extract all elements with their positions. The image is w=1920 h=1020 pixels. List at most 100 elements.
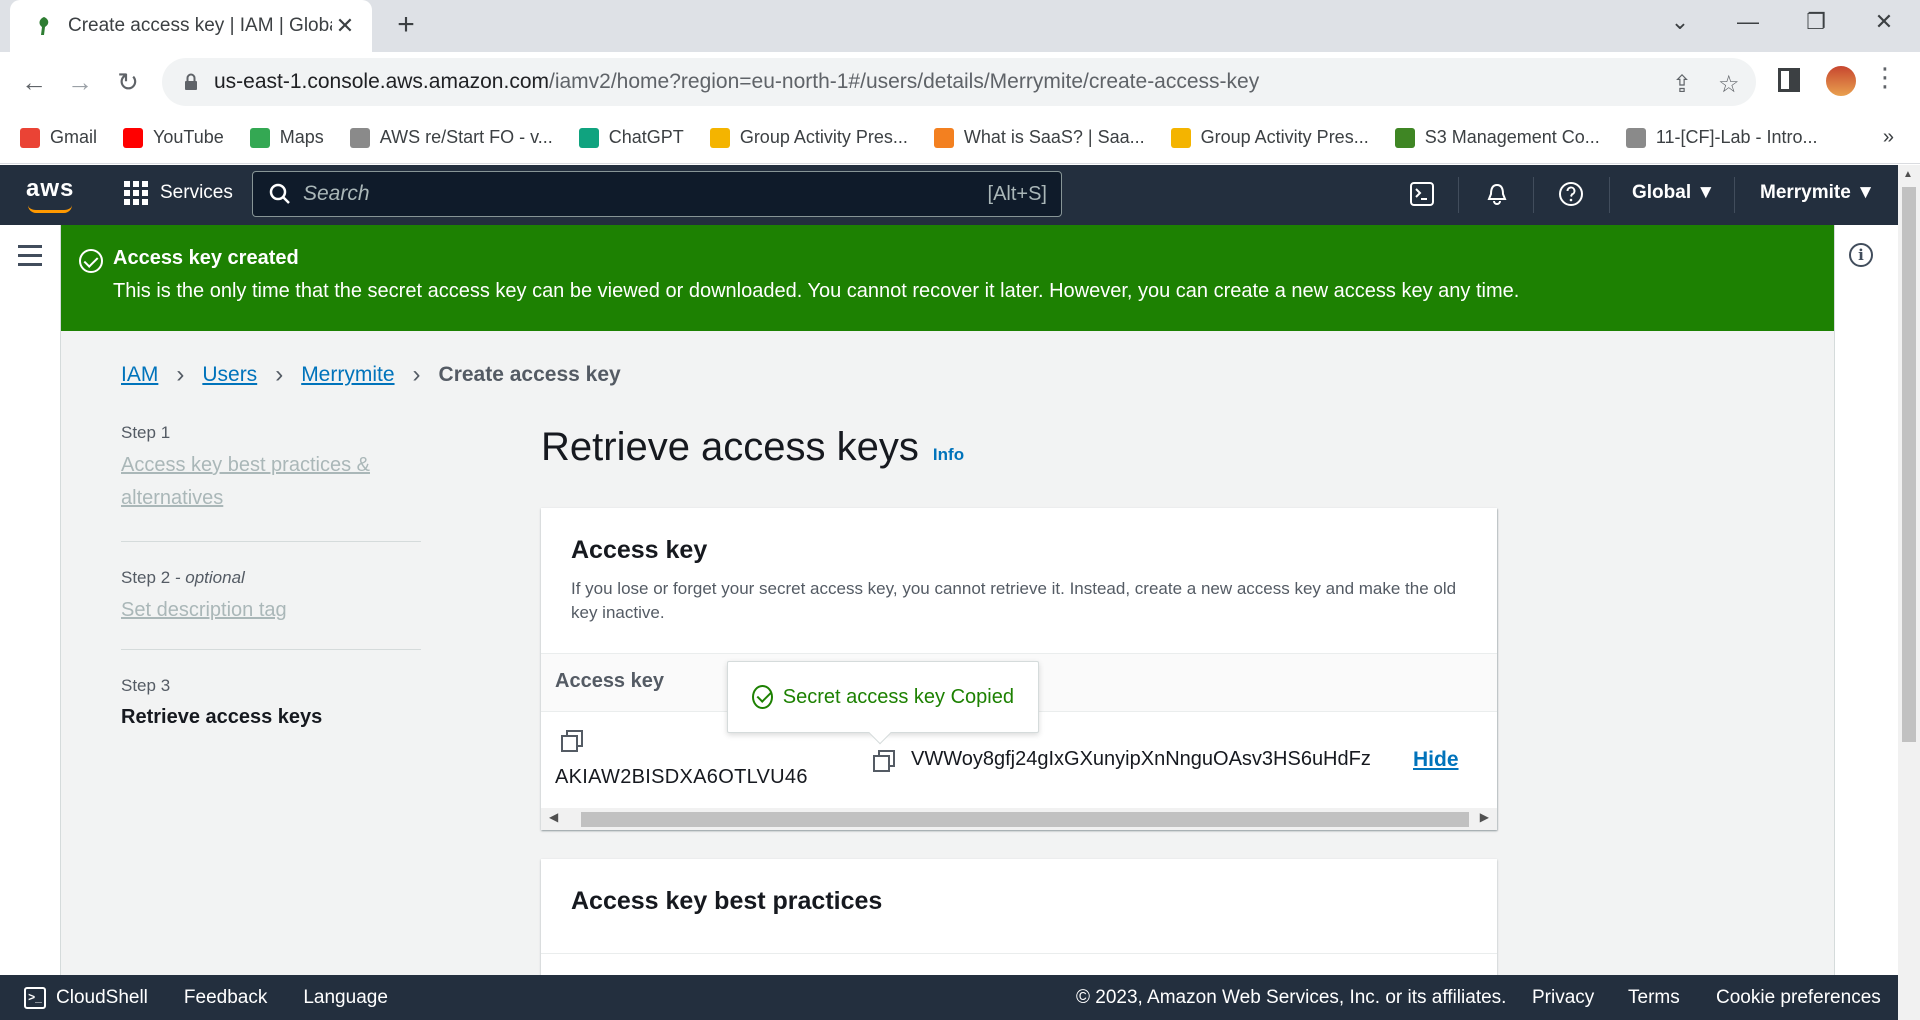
step-divider <box>121 649 421 650</box>
scroll-left-icon[interactable]: ◀ <box>549 810 558 824</box>
cloudshell-link[interactable]: CloudShell <box>56 987 148 1009</box>
step-1-link[interactable]: Access key best practices & alternatives <box>121 449 381 515</box>
success-flash-banner: Access key created This is the only time… <box>61 225 1834 331</box>
bookmark-label: ChatGPT <box>608 127 684 147</box>
aws-smile-logo <box>28 205 72 213</box>
region-selector[interactable]: Global ▼ <box>1632 182 1715 204</box>
youtube-icon <box>123 127 144 148</box>
aws-restart-icon <box>349 127 370 148</box>
address-bar[interactable]: us-east-1.console.aws.amazon.com/iamv2/h… <box>162 58 1756 106</box>
info-panel-icon[interactable]: i <box>1849 243 1873 267</box>
breadcrumb-current: Create access key <box>438 363 621 386</box>
bookmarks-bar: Gmail YouTube Maps AWS re/Start FO - v... Ch… <box>0 112 1920 164</box>
browser-tab-strip: Create access key | IAM | Global ✕ + ⌄ —… <box>0 0 1920 52</box>
lock-icon <box>180 71 202 93</box>
aws-top-nav: aws Services Search [Alt+S] Global ▼ Mer… <box>0 165 1898 225</box>
account-label: Merrymite <box>1760 182 1851 203</box>
page-vertical-scrollbar[interactable]: ▲ <box>1898 165 1920 1020</box>
feedback-link[interactable]: Feedback <box>184 987 267 1009</box>
flash-message: This is the only time that the secret ac… <box>113 280 1520 302</box>
restore-button[interactable]: ❐ <box>1796 8 1836 36</box>
breadcrumb-user[interactable]: Merrymite <box>301 363 394 387</box>
aws-logo[interactable]: aws <box>26 175 74 203</box>
right-tools-rail: i <box>1835 225 1898 975</box>
new-tab-button[interactable]: + <box>388 8 424 44</box>
bookmark-item[interactable]: YouTube <box>123 127 224 148</box>
account-menu[interactable]: Merrymite ▼ <box>1760 182 1875 204</box>
breadcrumb-users[interactable]: Users <box>202 363 257 387</box>
check-circle-icon <box>79 249 103 273</box>
bookmark-item[interactable]: Maps <box>249 127 324 148</box>
scrollbar-thumb[interactable] <box>581 812 1469 827</box>
browser-tab[interactable]: Create access key | IAM | Global ✕ <box>10 0 372 52</box>
chrome-menu-icon[interactable]: ⋮ <box>1872 62 1898 93</box>
chevron-right-icon: › <box>176 361 185 388</box>
side-panel-icon[interactable] <box>1778 68 1800 92</box>
chatgpt-icon <box>578 127 599 148</box>
step-3-label: Step 3 <box>121 676 171 695</box>
bookmark-item[interactable]: Group Activity Pres... <box>709 127 908 148</box>
services-menu-button[interactable]: Services <box>124 181 233 205</box>
bookmark-item[interactable]: ChatGPT <box>578 127 684 148</box>
chevron-right-icon: › <box>412 361 421 388</box>
bookmark-item[interactable]: AWS re/Start FO - v... <box>349 127 553 148</box>
aws-search-input[interactable]: Search [Alt+S] <box>252 171 1062 217</box>
step-3-current: Retrieve access keys <box>121 706 323 728</box>
tooltip-text: Secret access key Copied <box>782 685 1014 708</box>
profile-avatar[interactable] <box>1824 64 1858 98</box>
bookmark-label: Group Activity Pres... <box>1200 127 1369 147</box>
help-icon[interactable] <box>1556 179 1586 209</box>
step-2-link[interactable]: Set description tag <box>121 594 421 627</box>
card-description: If you lose or forget your secret access… <box>571 579 1457 622</box>
minimize-button[interactable]: — <box>1728 8 1768 36</box>
check-circle-icon <box>752 685 773 709</box>
bookmark-item[interactable]: 11-[CF]-Lab - Intro... <box>1625 127 1818 148</box>
scroll-up-icon[interactable]: ▲ <box>1903 169 1913 180</box>
card-title: Access key <box>571 536 708 564</box>
step-divider <box>121 541 421 542</box>
bookmark-label: YouTube <box>153 127 224 147</box>
bookmark-item[interactable]: S3 Management Co... <box>1394 127 1600 148</box>
back-icon[interactable]: ← <box>16 64 52 100</box>
flash-title: Access key created <box>113 247 299 269</box>
best-practices-card: Access key best practices <box>541 859 1497 975</box>
forward-icon[interactable]: → <box>62 64 98 100</box>
cloudflare-icon <box>933 127 954 148</box>
terms-link[interactable]: Terms <box>1628 987 1680 1009</box>
best-practices-title: Access key best practices <box>571 887 883 915</box>
hamburger-menu-icon[interactable] <box>18 245 42 272</box>
copy-access-key-icon[interactable] <box>561 730 583 752</box>
card-divider <box>541 953 1497 954</box>
page-heading: Retrieve access keys Info <box>541 425 964 470</box>
cloudshell-icon[interactable] <box>1407 179 1437 209</box>
grid-icon <box>124 181 148 205</box>
copy-secret-key-icon[interactable] <box>873 750 895 772</box>
tab-close-icon[interactable]: ✕ <box>332 13 358 39</box>
notifications-bell-icon[interactable] <box>1482 179 1512 209</box>
cookie-preferences-link[interactable]: Cookie preferences <box>1716 987 1881 1009</box>
bookmark-item[interactable]: Gmail <box>20 127 97 148</box>
breadcrumb-iam[interactable]: IAM <box>121 363 158 387</box>
privacy-link[interactable]: Privacy <box>1532 987 1594 1009</box>
search-icon <box>269 183 290 204</box>
horizontal-scrollbar[interactable]: ◀ ▶ <box>541 808 1497 830</box>
scroll-right-icon[interactable]: ▶ <box>1480 810 1489 824</box>
bookmarks-overflow-icon[interactable]: » <box>1883 126 1894 149</box>
tab-search-icon[interactable]: ⌄ <box>1660 8 1700 36</box>
language-link[interactable]: Language <box>303 987 388 1009</box>
info-link[interactable]: Info <box>933 445 964 465</box>
browser-toolbar: ← → ↻ us-east-1.console.aws.amazon.com/i… <box>0 52 1920 112</box>
reload-icon[interactable]: ↻ <box>110 64 146 100</box>
page-scrollbar-thumb[interactable] <box>1902 187 1916 742</box>
share-icon[interactable]: ⇪ <box>1672 70 1692 99</box>
page-title: Retrieve access keys <box>541 425 919 469</box>
bookmark-item[interactable]: What is SaaS? | Saa... <box>933 127 1145 148</box>
close-window-button[interactable]: ✕ <box>1864 8 1904 36</box>
step-2-label: Step 2 - optional <box>121 568 245 587</box>
cloudshell-footer-icon: >_ <box>24 986 46 1009</box>
bookmark-star-icon[interactable]: ☆ <box>1718 70 1740 99</box>
bookmark-item[interactable]: Group Activity Pres... <box>1170 127 1369 148</box>
bookmark-label: AWS re/Start FO - v... <box>379 127 553 147</box>
url-text: us-east-1.console.aws.amazon.com/iamv2/h… <box>214 70 1260 93</box>
hide-secret-link[interactable]: Hide <box>1413 748 1459 772</box>
